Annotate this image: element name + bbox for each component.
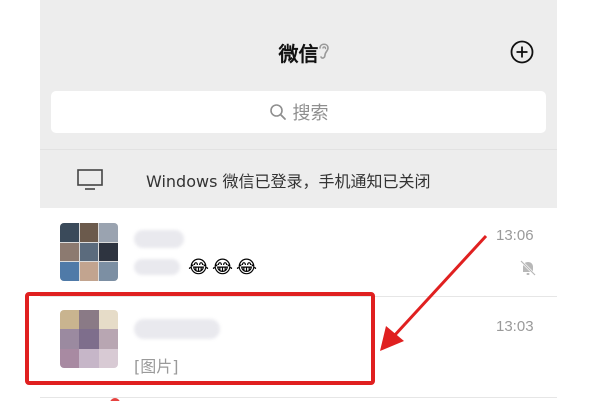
emoji-3: 😂 — [236, 257, 258, 277]
chat-item-group[interactable]: 😂 😂 😂 13:06 — [40, 208, 557, 297]
chat-time: 13:06 — [496, 227, 534, 244]
search-icon — [269, 104, 286, 120]
emoji-1: 😂 — [188, 257, 210, 277]
chat-time: 13:03 — [496, 318, 534, 335]
page-title: 微信 — [278, 41, 319, 66]
search-placeholder: 搜索 — [292, 103, 329, 124]
login-notice[interactable]: Windows 微信已登录，手机通知已关闭 — [40, 149, 557, 209]
monitor-icon — [77, 168, 103, 190]
ear-icon — [319, 43, 329, 59]
top-bar: 微信 — [40, 32, 557, 72]
mute-bell-icon — [520, 260, 536, 276]
search-bar[interactable]: 搜索 — [51, 91, 546, 133]
login-notice-text: Windows 微信已登录，手机通知已关闭 — [146, 171, 431, 191]
blurred-chat-name — [134, 230, 184, 248]
group-avatar — [60, 223, 118, 281]
highlight-box — [25, 292, 375, 385]
add-button[interactable] — [510, 40, 534, 64]
blurred-preview — [134, 259, 180, 275]
emoji-2: 😂 — [212, 257, 234, 277]
